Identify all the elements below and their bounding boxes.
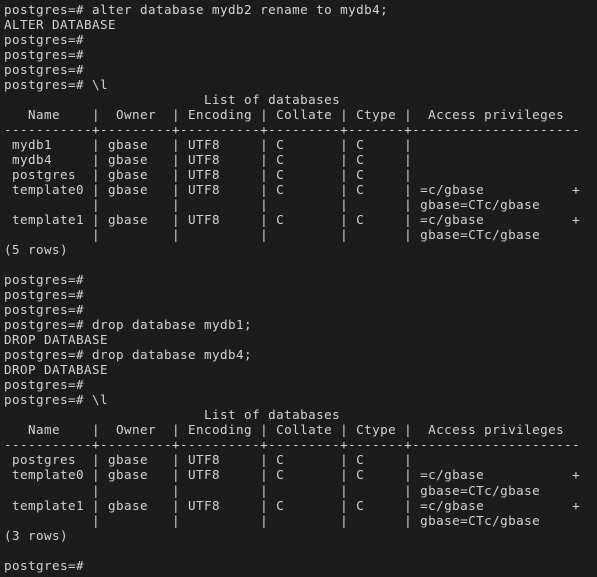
terminal-line: postgres=# [4,557,93,573]
terminal-line: mydb4 | gbase | UTF8 | C | C | [4,152,413,168]
terminal-line: postgres=# drop database mydb4; [4,347,253,363]
terminal-line: postgres=# \l [4,77,109,93]
terminal-line: postgres | gbase | UTF8 | C | C | [4,452,413,468]
terminal-line: (5 rows) [4,242,69,258]
terminal-line: postgres=# [4,47,85,63]
terminal-line: -----------+---------+----------+-------… [4,437,581,453]
terminal-line: postgres=# drop database mydb1; [4,317,253,333]
terminal-line: List of databases [4,407,341,423]
terminal-line: DROP DATABASE [4,332,109,348]
terminal-line: postgres | gbase | UTF8 | C | C | [4,167,413,183]
terminal-line: postgres=# [4,32,85,48]
terminal-line: postgres=# alter database mydb2 rename t… [4,2,389,17]
terminal-line: postgres=# [4,287,85,303]
terminal-line: postgres=# [4,272,85,288]
terminal-line: template1 | gbase | UTF8 | C | C | =c/gb… [4,212,581,228]
terminal-line: postgres=# [4,302,85,318]
terminal-line: template1 | gbase | UTF8 | C | C | =c/gb… [4,497,581,513]
terminal-line: ALTER DATABASE [4,17,117,33]
terminal-line: List of databases [4,92,341,108]
terminal-line: DROP DATABASE [4,362,109,378]
terminal-line: template0 | gbase | UTF8 | C | C | =c/gb… [4,467,581,483]
terminal-line: postgres=# [4,377,85,393]
terminal-line: | | | | | gbase=CTc/gbase [4,227,541,243]
terminal-line: | | | | | gbase=CTc/gbase [4,197,541,213]
terminal-line: Name | Owner | Encoding | Collate | Ctyp… [4,107,565,123]
terminal-line: template0 | gbase | UTF8 | C | C | =c/gb… [4,182,581,198]
terminal-line: mydb1 | gbase | UTF8 | C | C | [4,137,413,153]
terminal-line: | | | | | gbase=CTc/gbase [4,482,541,498]
terminal-line: postgres=# [4,62,85,78]
terminal-line: | | | | | gbase=CTc/gbase [4,512,541,528]
terminal-line: -----------+---------+----------+-------… [4,122,581,138]
terminal-line: (3 rows) [4,527,69,543]
terminal-line: postgres=# \l [4,392,109,408]
terminal-line: Name | Owner | Encoding | Collate | Ctyp… [4,422,565,438]
terminal-screen[interactable]: postgres=# alter database mydb2 rename t… [0,0,597,577]
